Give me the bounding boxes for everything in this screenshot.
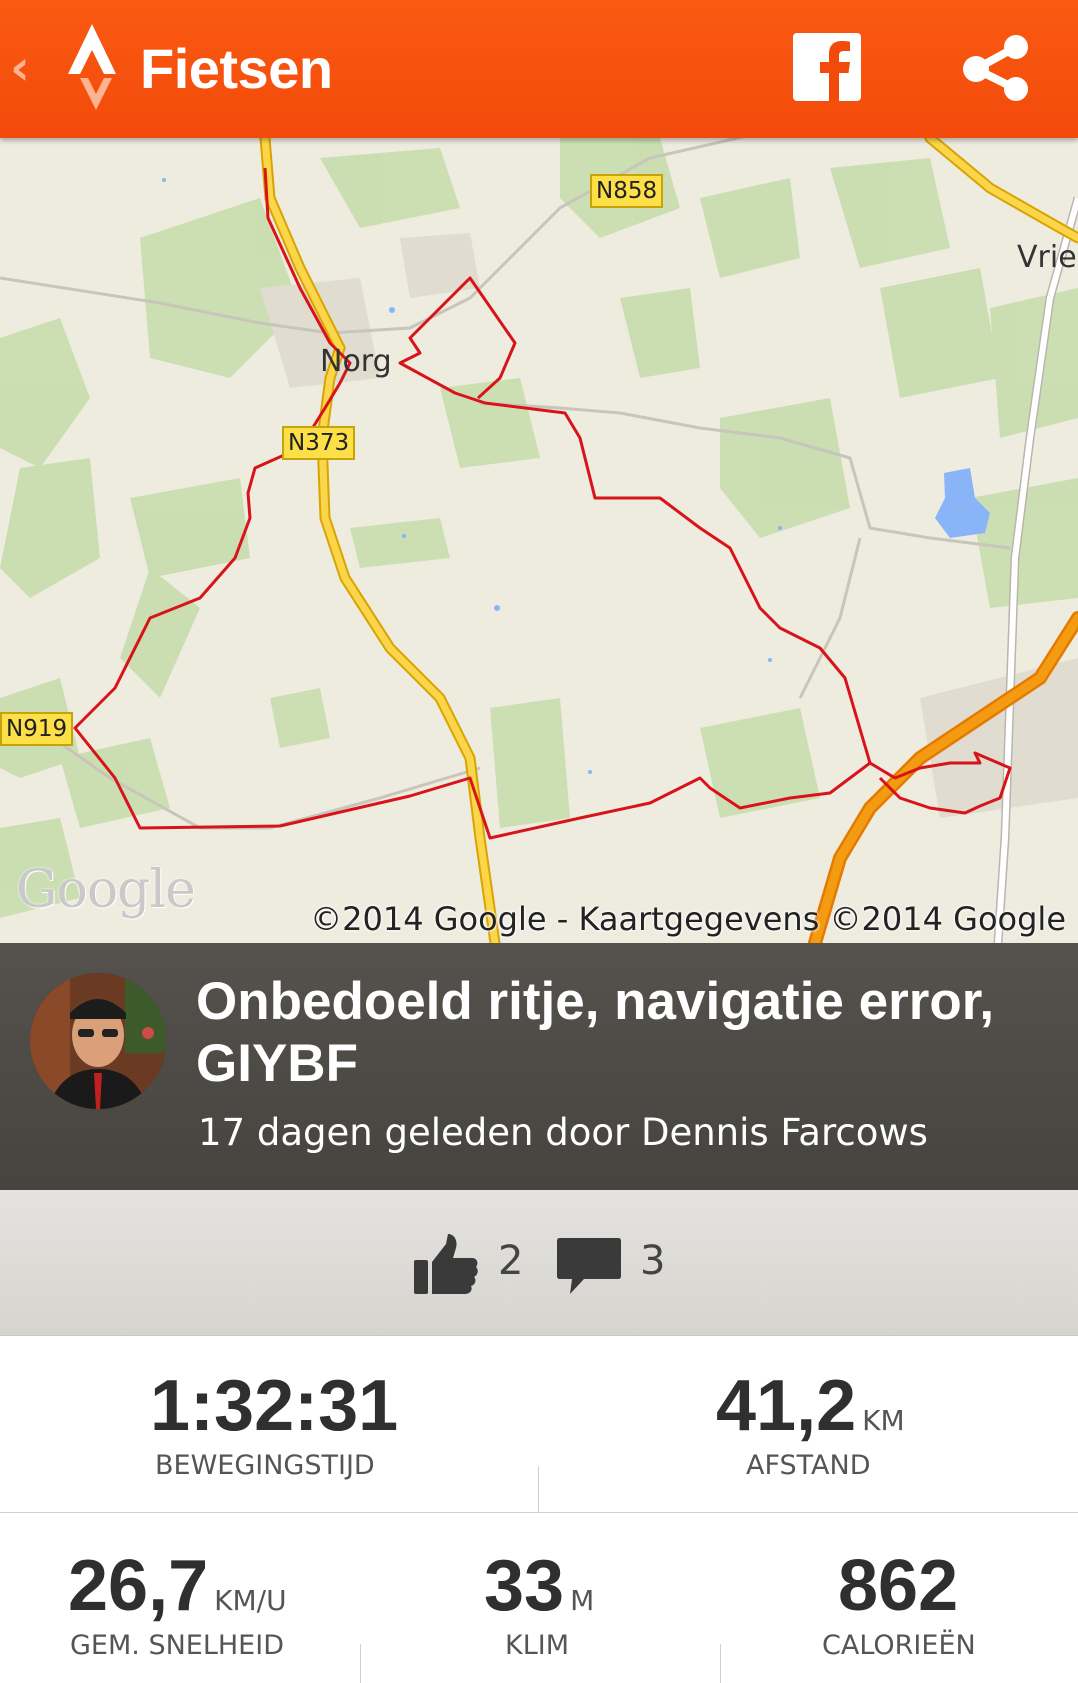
activity-header: Onbedoeld ritje, navigatie error, GIYBF …: [0, 943, 1078, 1190]
place-label-vries: Vries: [1017, 240, 1078, 275]
climb-unit: M: [570, 1584, 595, 1617]
divider: [538, 1466, 539, 1512]
activity-screen: ‹ Fietsen N858 N373 N919 Norg Vrie Googl…: [0, 0, 1078, 1683]
divider: [360, 1644, 361, 1683]
road-label-n919: N919: [0, 712, 74, 746]
activity-stats: 1:32:31 BEWEGINGSTIJD 41,2 KM AFSTAND 26,…: [0, 1336, 1078, 1683]
road-label-n373: N373: [282, 426, 356, 460]
google-logo: Google: [16, 860, 196, 920]
avatar[interactable]: [30, 973, 166, 1109]
map-canvas: [0, 138, 1078, 943]
climb-label: KLIM: [505, 1630, 570, 1661]
avg-speed-label: GEM. SNELHEID: [70, 1630, 284, 1661]
kudos-count[interactable]: 2: [498, 1238, 523, 1284]
calories-label: CALORIEËN: [822, 1630, 976, 1661]
thumbs-up-icon[interactable]: [412, 1234, 478, 1296]
avg-speed-value: 26,7: [68, 1546, 209, 1626]
facebook-icon: [820, 41, 850, 101]
climb-stat: 33 M: [484, 1550, 594, 1637]
comment-icon[interactable]: [556, 1236, 622, 1296]
distance-stat: 41,2 KM: [716, 1370, 905, 1457]
moving-time-label: BEWEGINGSTIJD: [155, 1450, 375, 1481]
activity-title: Onbedoeld ritje, navigatie error, GIYBF: [196, 972, 995, 1093]
moving-time-value: 1:32:31: [150, 1366, 399, 1446]
climb-value: 33: [484, 1546, 565, 1626]
divider: [720, 1644, 721, 1683]
page-title: Fietsen: [140, 37, 333, 100]
distance-unit: KM: [862, 1404, 905, 1437]
strava-logo-icon[interactable]: [60, 22, 124, 112]
divider: [0, 1512, 1078, 1513]
place-label-norg: Norg: [320, 344, 392, 379]
app-header: ‹ Fietsen: [0, 0, 1078, 138]
map-copyright: ©2014 Google - Kaartgegevens ©2014 Googl…: [310, 900, 1066, 938]
distance-label: AFSTAND: [746, 1450, 871, 1481]
chevron-left-icon[interactable]: ‹: [10, 40, 30, 96]
avg-speed-stat: 26,7 KM/U: [68, 1550, 287, 1637]
activity-subtitle: 17 dagen geleden door Dennis Farcows: [198, 1111, 928, 1154]
share-icon[interactable]: [960, 33, 1032, 103]
avg-speed-unit: KM/U: [214, 1584, 287, 1617]
calories-value: 862: [838, 1546, 959, 1626]
facebook-share-button[interactable]: [793, 33, 861, 101]
road-label-n858: N858: [590, 174, 664, 208]
avatar-image: [30, 973, 166, 1109]
social-bar: 2 3: [0, 1190, 1078, 1336]
distance-value: 41,2: [716, 1366, 857, 1446]
comments-count[interactable]: 3: [640, 1238, 665, 1284]
route-map[interactable]: N858 N373 N919 Norg Vries Google ©2014 G…: [0, 138, 1078, 943]
